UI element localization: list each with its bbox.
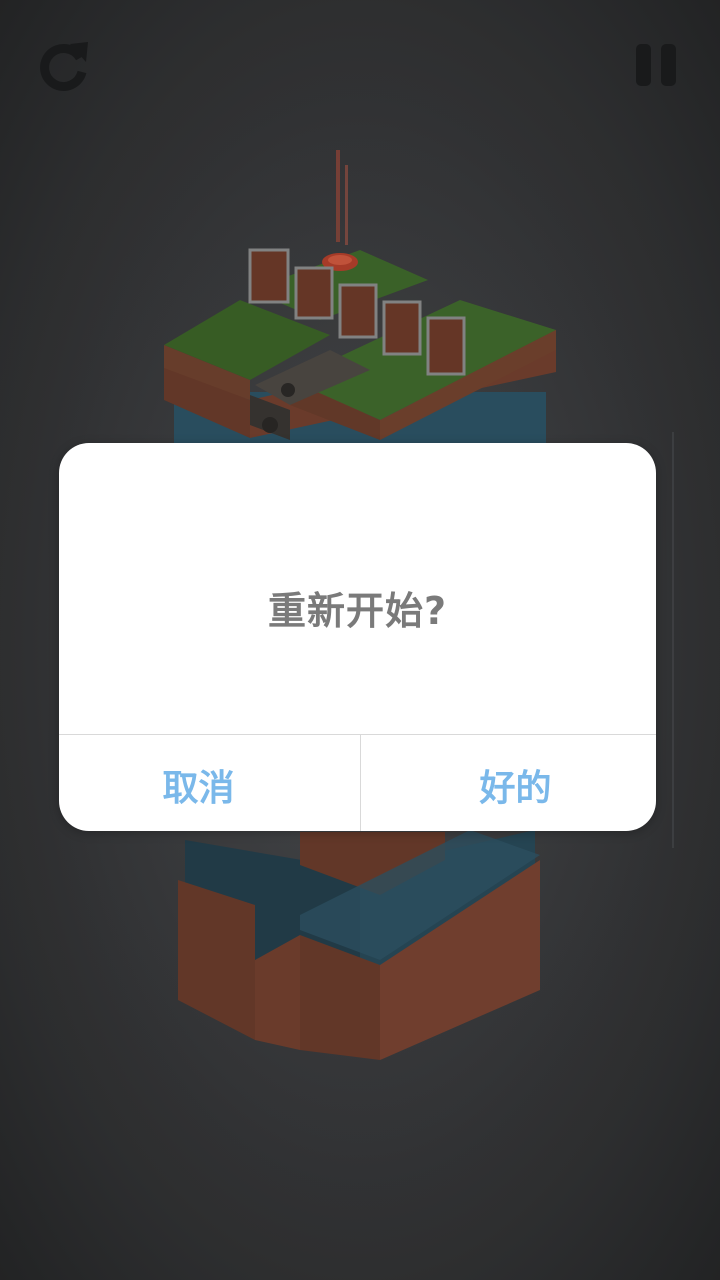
dialog-message: 重新开始? xyxy=(267,589,448,633)
cancel-button[interactable]: 取消 xyxy=(59,735,360,831)
restart-confirm-dialog: 重新开始? 取消 好的 xyxy=(59,443,656,831)
ok-button[interactable]: 好的 xyxy=(361,735,656,831)
